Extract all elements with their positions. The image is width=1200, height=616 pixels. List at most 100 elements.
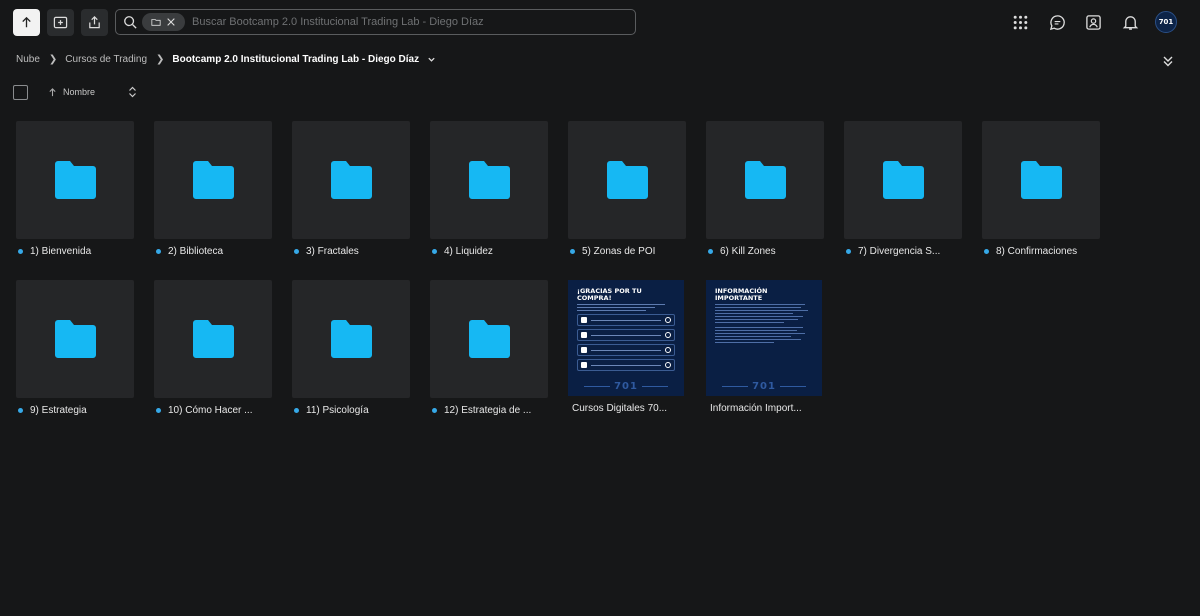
thumbnail-row — [577, 314, 675, 326]
item-label[interactable]: Cursos Digitales 70... — [568, 401, 686, 415]
sync-status-dot — [432, 407, 437, 413]
thumbnail-row — [577, 344, 675, 356]
item-label[interactable]: 9) Estrategia — [16, 403, 134, 417]
chat-button[interactable] — [1046, 11, 1068, 33]
item-label[interactable]: 2) Biblioteca — [154, 244, 272, 258]
folder-thumbnail[interactable] — [16, 280, 134, 398]
share-icon — [89, 16, 100, 29]
item-label[interactable]: 5) Zonas de POI — [568, 244, 686, 258]
folder-thumbnail[interactable] — [154, 280, 272, 398]
breadcrumb: Nube ❯ Cursos de Trading ❯ Bootcamp 2.0 … — [16, 52, 436, 66]
folder-item[interactable]: 1) Bienvenida — [16, 121, 134, 258]
item-name: 4) Liquidez — [444, 245, 493, 257]
sort-ascending-icon — [49, 87, 56, 96]
thumbnail-row — [577, 329, 675, 341]
item-name: 1) Bienvenida — [30, 245, 92, 257]
breadcrumb-item-cursos[interactable]: Cursos de Trading — [65, 54, 147, 65]
upload-button[interactable] — [13, 9, 40, 36]
sync-status-dot — [570, 248, 575, 254]
sort-toggle-icon[interactable] — [128, 86, 137, 98]
contacts-button[interactable] — [1082, 11, 1104, 33]
folder-thumbnail[interactable] — [292, 121, 410, 239]
folder-filter-chip[interactable] — [142, 13, 185, 31]
folder-thumbnail[interactable] — [430, 121, 548, 239]
folder-item[interactable]: 3) Fractales — [292, 121, 410, 258]
item-label[interactable]: 4) Liquidez — [430, 244, 548, 258]
breadcrumb-current[interactable]: Bootcamp 2.0 Institucional Trading Lab -… — [172, 54, 419, 65]
folder-thumbnail[interactable] — [430, 280, 548, 398]
item-name: 5) Zonas de POI — [582, 245, 656, 257]
folder-icon — [54, 320, 96, 358]
apps-button[interactable] — [1009, 11, 1031, 33]
sort-label: Nombre — [63, 87, 96, 97]
folder-thumbnail[interactable] — [568, 121, 686, 239]
thumbnail-text-lines — [577, 304, 675, 311]
folder-item[interactable]: 8) Confirmaciones — [982, 121, 1100, 258]
new-folder-icon — [53, 16, 68, 29]
folder-item[interactable]: 9) Estrategia — [16, 280, 134, 417]
folder-item[interactable]: 12) Estrategia de ... — [430, 280, 548, 417]
item-label[interactable]: 10) Cómo Hacer ... — [154, 403, 272, 417]
image-file-item[interactable]: INFORMACIÓN IMPORTANTE 701 Información I… — [706, 280, 824, 415]
folder-icon — [744, 161, 786, 199]
collapse-double-chevron-icon[interactable] — [1161, 54, 1175, 68]
folder-item[interactable]: 5) Zonas de POI — [568, 121, 686, 258]
item-label[interactable]: 7) Divergencia S... — [844, 244, 962, 258]
folder-item[interactable]: 7) Divergencia S... — [844, 121, 962, 258]
image-thumbnail[interactable]: ¡GRACIAS POR TU COMPRA! 701 — [568, 280, 684, 396]
avatar[interactable]: 701 — [1155, 11, 1177, 33]
new-folder-button[interactable] — [47, 9, 74, 36]
item-label[interactable]: 3) Fractales — [292, 244, 410, 258]
breadcrumb-item-nube[interactable]: Nube — [16, 54, 40, 65]
sync-status-dot — [294, 248, 299, 254]
folder-item[interactable]: 2) Biblioteca — [154, 121, 272, 258]
image-thumbnail[interactable]: INFORMACIÓN IMPORTANTE 701 — [706, 280, 822, 396]
item-name: 8) Confirmaciones — [996, 245, 1078, 257]
search-bar[interactable] — [115, 9, 636, 35]
item-name: 12) Estrategia de ... — [444, 404, 532, 416]
select-all-checkbox[interactable] — [13, 85, 28, 100]
share-button[interactable] — [81, 9, 108, 36]
chevron-down-icon[interactable] — [427, 55, 436, 64]
sync-status-dot — [846, 248, 851, 254]
chevron-right-icon: ❯ — [156, 53, 165, 65]
sync-status-dot — [432, 248, 437, 254]
item-name: 6) Kill Zones — [720, 245, 776, 257]
thumbnail-heading: ¡GRACIAS POR TU COMPRA! — [577, 287, 642, 302]
folder-thumbnail[interactable] — [982, 121, 1100, 239]
sync-status-dot — [156, 407, 161, 413]
sync-status-dot — [18, 248, 23, 254]
upload-arrow-icon — [22, 16, 31, 28]
thumbnail-heading: INFORMACIÓN IMPORTANTE — [715, 287, 768, 302]
search-input[interactable] — [192, 16, 635, 28]
item-label[interactable]: Información Import... — [706, 401, 824, 415]
folder-icon — [882, 161, 924, 199]
item-name: 9) Estrategia — [30, 404, 87, 416]
folder-thumbnail[interactable] — [154, 121, 272, 239]
item-name: 2) Biblioteca — [168, 245, 224, 257]
folder-thumbnail[interactable] — [16, 121, 134, 239]
folder-thumbnail[interactable] — [292, 280, 410, 398]
item-label[interactable]: 1) Bienvenida — [16, 244, 134, 258]
folder-item[interactable]: 6) Kill Zones — [706, 121, 824, 258]
sync-status-dot — [708, 248, 713, 254]
folder-item[interactable]: 10) Cómo Hacer ... — [154, 280, 272, 417]
folder-icon — [192, 161, 234, 199]
image-file-item[interactable]: ¡GRACIAS POR TU COMPRA! 701 Cursos Digit… — [568, 280, 686, 415]
chevron-right-icon: ❯ — [48, 53, 58, 65]
folder-thumbnail[interactable] — [706, 121, 824, 239]
item-label[interactable]: 11) Psicología — [292, 403, 410, 417]
sort-by-name[interactable]: Nombre — [48, 86, 95, 98]
item-name: Cursos Digitales 70... — [572, 402, 668, 414]
notifications-button[interactable] — [1119, 11, 1141, 33]
top-bar: 701 — [0, 0, 1200, 44]
item-label[interactable]: 12) Estrategia de ... — [430, 403, 548, 417]
folder-thumbnail[interactable] — [844, 121, 962, 239]
folder-icon — [1020, 161, 1062, 199]
folder-item[interactable]: 11) Psicología — [292, 280, 410, 417]
item-label[interactable]: 6) Kill Zones — [706, 244, 824, 258]
item-name: 7) Divergencia S... — [858, 245, 941, 257]
item-label[interactable]: 8) Confirmaciones — [982, 244, 1100, 258]
folder-item[interactable]: 4) Liquidez — [430, 121, 548, 258]
close-icon[interactable] — [166, 17, 176, 27]
